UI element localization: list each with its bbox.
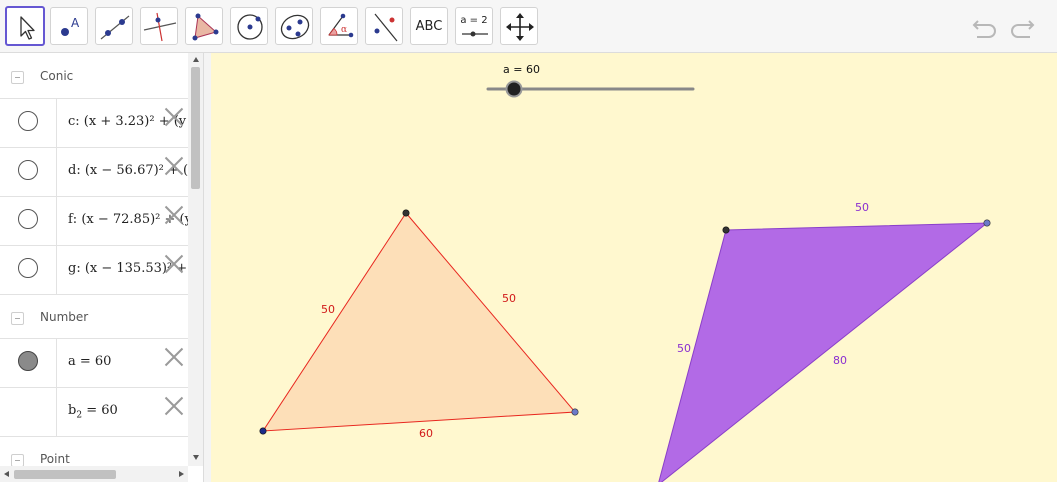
polygon-tool-button[interactable] xyxy=(185,7,223,45)
visibility-toggle-icon[interactable] xyxy=(18,111,38,131)
algebra-row-b2[interactable]: b2 = 60 xyxy=(0,387,188,436)
redo-button[interactable] xyxy=(1008,13,1036,41)
triangle-1-vertex[interactable] xyxy=(259,427,267,435)
vertical-scroll-thumb[interactable] xyxy=(191,67,200,189)
circle-center-point-icon xyxy=(237,14,263,40)
visibility-toggle-icon[interactable] xyxy=(18,258,38,278)
horizontal-scrollbar[interactable] xyxy=(0,466,188,482)
svg-text:A: A xyxy=(71,16,80,30)
number-formula[interactable]: a = 60 xyxy=(68,354,111,369)
line-tool-button[interactable] xyxy=(95,7,133,45)
move-cross-arrows-icon xyxy=(506,13,534,41)
algebra-row-a[interactable]: a = 60 xyxy=(0,338,188,387)
angle-tool-button[interactable]: α xyxy=(320,7,358,45)
group-label: Conic xyxy=(40,69,74,83)
algebra-view: Conic c: (x + 3.23)² + (y − d: (x − 56.6… xyxy=(0,53,204,482)
slider-icon xyxy=(462,31,488,37)
reflect-about-line-icon xyxy=(374,13,398,42)
point-with-label-icon: A xyxy=(61,16,80,36)
marble-cell xyxy=(0,197,57,245)
marble-cell xyxy=(0,148,57,196)
delete-icon[interactable] xyxy=(164,156,184,176)
algebra-row-f[interactable]: f: (x − 72.85)² + (y − xyxy=(0,196,188,245)
delete-icon[interactable] xyxy=(164,396,184,416)
move-tool-button[interactable] xyxy=(5,6,45,46)
marble-cell xyxy=(0,99,57,147)
view-divider[interactable] xyxy=(204,53,211,482)
algebra-row-g[interactable]: g: (x − 135.53)² + (y xyxy=(0,245,188,294)
toolbar: A α ABC a = 2 xyxy=(0,0,1057,53)
segment-label: 50 xyxy=(677,342,691,355)
slider-handle[interactable] xyxy=(505,80,523,98)
graphics-canvas[interactable]: 50 50 60 50 50 80 xyxy=(211,53,1057,482)
svg-text:α: α xyxy=(341,25,347,35)
redo-icon xyxy=(1011,20,1035,38)
triangle-1[interactable] xyxy=(262,212,577,432)
triangle-2-vertex[interactable] xyxy=(722,226,730,234)
ellipse-icon xyxy=(280,14,310,40)
vertical-scrollbar[interactable] xyxy=(188,53,203,466)
collapse-toggle-icon[interactable] xyxy=(11,312,24,325)
undo-button[interactable] xyxy=(971,13,999,41)
marble-cell xyxy=(0,388,57,436)
visibility-toggle-icon[interactable] xyxy=(18,351,38,371)
line-through-points-icon xyxy=(100,15,130,40)
ellipse-tool-button[interactable] xyxy=(275,7,313,45)
group-label: Number xyxy=(40,310,89,324)
marble-cell xyxy=(0,339,57,387)
perpendicular-line-icon xyxy=(143,12,177,42)
segment-label: 80 xyxy=(833,354,847,367)
visibility-toggle-icon[interactable] xyxy=(18,209,38,229)
angle-icon: α xyxy=(328,13,354,38)
horizontal-scroll-thumb[interactable] xyxy=(14,470,116,479)
segment-label: 50 xyxy=(502,292,516,305)
delete-icon[interactable] xyxy=(164,107,184,127)
graphics-view[interactable]: a = 60 50 50 60 50 50 80 xyxy=(211,53,1057,482)
formula-value: = 60 xyxy=(82,403,118,418)
delete-icon[interactable] xyxy=(164,347,184,367)
group-header-number[interactable]: Number xyxy=(0,294,188,340)
algebra-row-c[interactable]: c: (x + 3.23)² + (y − xyxy=(0,98,188,147)
slider-tool-button[interactable]: a = 2 xyxy=(455,7,493,45)
segment-label: 50 xyxy=(855,201,869,214)
triangle-2-vertex[interactable] xyxy=(983,219,991,227)
triangle-2[interactable] xyxy=(658,222,989,482)
group-header-conic[interactable]: Conic xyxy=(0,53,188,99)
segment-label: 60 xyxy=(419,427,433,440)
move-graphics-view-tool-button[interactable] xyxy=(500,7,538,45)
point-tool-button[interactable]: A xyxy=(50,7,88,45)
marble-cell xyxy=(0,246,57,294)
circle-tool-button[interactable] xyxy=(230,7,268,45)
algebra-row-d[interactable]: d: (x − 56.67)² + (y xyxy=(0,147,188,196)
triangle-1-vertex[interactable] xyxy=(402,209,410,217)
text-icon: ABC xyxy=(415,18,443,34)
text-tool-button[interactable]: ABC xyxy=(410,7,448,45)
reflect-tool-button[interactable] xyxy=(365,7,403,45)
undo-icon xyxy=(972,20,996,38)
collapse-toggle-icon[interactable] xyxy=(11,71,24,84)
delete-icon[interactable] xyxy=(164,254,184,274)
group-label: Point xyxy=(40,452,70,466)
segment-label: 50 xyxy=(321,303,335,316)
triangle-1-vertex[interactable] xyxy=(571,408,579,416)
delete-icon[interactable] xyxy=(164,205,184,225)
polygon-icon xyxy=(192,13,219,41)
perpendicular-line-tool-button[interactable] xyxy=(140,7,178,45)
visibility-toggle-icon[interactable] xyxy=(18,160,38,180)
number-formula[interactable]: b2 = 60 xyxy=(68,403,118,421)
arrow-cursor-icon xyxy=(20,16,35,40)
